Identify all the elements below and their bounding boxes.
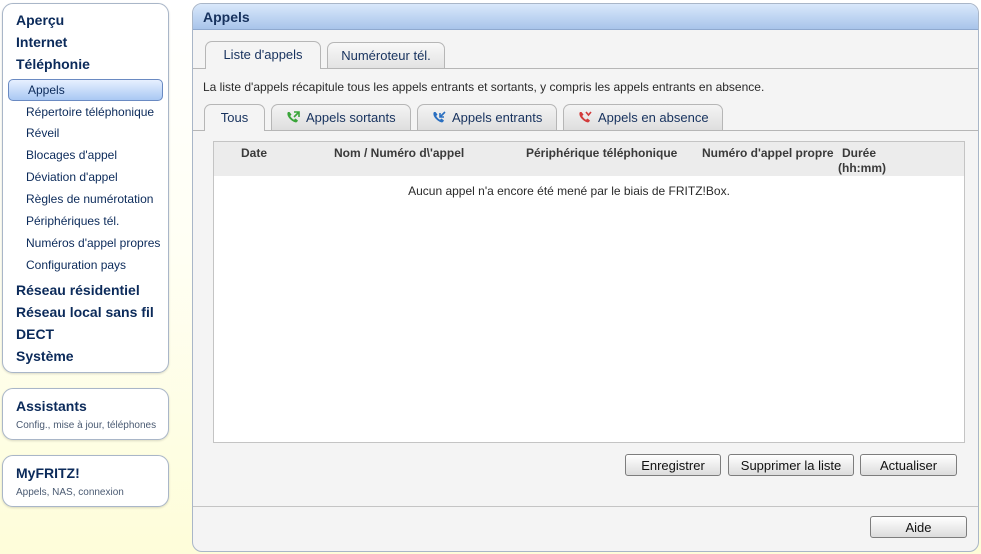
delete-list-button[interactable]: Supprimer la liste <box>728 454 854 476</box>
nav-item-phonebook[interactable]: Répertoire téléphonique <box>26 105 154 119</box>
empty-list-message: Aucun appel n'a encore été mené par le b… <box>408 184 730 198</box>
myfritz-subtitle: Appels, NAS, connexion <box>16 487 124 498</box>
subtab-incoming[interactable]: Appels entrants <box>417 104 557 130</box>
myfritz-title: MyFRITZ! <box>16 465 80 481</box>
nav-overview[interactable]: Aperçu <box>16 12 64 28</box>
nav-dect[interactable]: DECT <box>16 326 54 342</box>
refresh-button[interactable]: Actualiser <box>860 454 957 476</box>
column-name-number[interactable]: Nom / Numéro d\'appel <box>334 146 464 160</box>
tab-dialer[interactable]: Numéroteur tél. <box>327 42 445 68</box>
column-duration-unit: (hh:mm) <box>838 161 886 175</box>
assistants-box[interactable]: Assistants Config., mise à jour, télépho… <box>2 388 169 440</box>
outgoing-call-icon <box>287 111 300 123</box>
nav-wlan[interactable]: Réseau local sans fil <box>16 304 154 320</box>
help-button[interactable]: Aide <box>870 516 967 538</box>
page-header: Appels <box>193 4 978 30</box>
subtab-missed-label: Appels en absence <box>598 110 709 125</box>
save-button[interactable]: Enregistrer <box>625 454 721 476</box>
nav-internet[interactable]: Internet <box>16 34 67 50</box>
nav-item-own-numbers[interactable]: Numéros d'appel propres <box>26 236 160 250</box>
nav-item-call-diversion[interactable]: Déviation d'appel <box>26 170 118 184</box>
subtab-incoming-label: Appels entrants <box>452 110 543 125</box>
table-header: Date Nom / Numéro d\'appel Périphérique … <box>214 142 964 176</box>
page-title: Appels <box>203 9 250 25</box>
assistants-title: Assistants <box>16 398 87 414</box>
column-device[interactable]: Périphérique téléphonique <box>526 146 677 160</box>
subtab-all[interactable]: Tous <box>204 104 265 131</box>
assistants-subtitle: Config., mise à jour, téléphones <box>16 420 157 431</box>
nav-item-calls-label: Appels <box>28 83 65 97</box>
main-navigation: Aperçu Internet Téléphonie Appels Répert… <box>2 3 169 373</box>
nav-item-calls[interactable]: Appels <box>8 79 163 101</box>
subtab-outgoing-label: Appels sortants <box>306 110 396 125</box>
missed-call-icon <box>579 111 592 123</box>
subtab-missed[interactable]: Appels en absence <box>563 104 723 130</box>
subtab-outgoing[interactable]: Appels sortants <box>271 104 411 130</box>
nav-system[interactable]: Système <box>16 348 74 364</box>
nav-home-network[interactable]: Réseau résidentiel <box>16 282 140 298</box>
nav-telephony[interactable]: Téléphonie <box>16 56 90 72</box>
nav-item-dialing-rules[interactable]: Règles de numérotation <box>26 192 153 206</box>
footer-divider <box>193 506 978 507</box>
column-date[interactable]: Date <box>241 146 267 160</box>
nav-item-country-settings[interactable]: Configuration pays <box>26 258 126 272</box>
incoming-call-icon <box>433 111 446 123</box>
description-text: La liste d'appels récapitule tous les ap… <box>203 80 765 94</box>
column-duration[interactable]: Durée <box>842 146 876 160</box>
myfritz-box[interactable]: MyFRITZ! Appels, NAS, connexion <box>2 455 169 507</box>
tab-call-list[interactable]: Liste d'appels <box>205 41 321 69</box>
subtab-divider <box>193 130 978 131</box>
call-list-table: Date Nom / Numéro d\'appel Périphérique … <box>213 141 965 443</box>
nav-item-alarm[interactable]: Réveil <box>26 126 59 140</box>
column-own-number[interactable]: Numéro d'appel propre <box>702 146 834 160</box>
main-panel: Appels Liste d'appels Numéroteur tél. La… <box>192 3 979 552</box>
nav-item-telephony-devices[interactable]: Périphériques tél. <box>26 214 119 228</box>
nav-item-call-blocking[interactable]: Blocages d'appel <box>26 148 117 162</box>
